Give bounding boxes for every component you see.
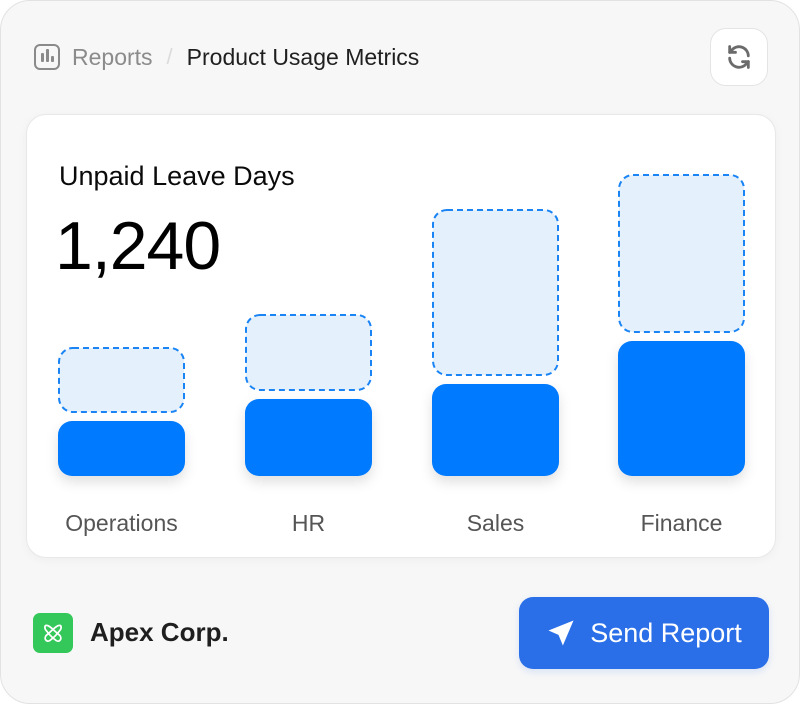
breadcrumb-reports-link[interactable]: Reports <box>72 44 153 71</box>
bar-actual-operations <box>58 421 185 476</box>
x-tick-label: Finance <box>640 510 723 536</box>
breadcrumb-separator: / <box>166 44 173 69</box>
send-report-button[interactable]: Send Report <box>519 597 769 669</box>
bar-remaining-hr <box>245 314 372 391</box>
bar-actual-hr <box>245 399 372 476</box>
x-tick-label: HR <box>291 510 326 536</box>
bar-remaining-sales <box>432 209 559 376</box>
metric-card: Unpaid Leave Days 1,240 Operations HR Sale… <box>26 114 776 558</box>
refresh-icon <box>728 45 750 69</box>
breadcrumb: Reports / Product Usage Metrics <box>34 41 419 73</box>
x-tick-label: Operations <box>65 510 178 536</box>
bar-remaining-operations <box>58 347 185 413</box>
bar-actual-finance <box>618 341 745 476</box>
refresh-button[interactable] <box>710 28 768 86</box>
bar-chart <box>58 174 745 476</box>
bar-remaining-finance <box>618 174 745 333</box>
send-icon <box>548 620 574 646</box>
x-tick-label: Sales <box>466 510 525 536</box>
bar-actual-sales <box>432 384 559 476</box>
report-widget: Reports / Product Usage Metrics Unpaid L… <box>0 0 800 704</box>
company-logo-icon <box>33 613 73 653</box>
send-report-label: Send Report <box>590 617 742 648</box>
company-name: Apex Corp. <box>90 617 229 647</box>
page-title: Product Usage Metrics <box>186 43 420 70</box>
bar-chart-icon <box>34 44 60 70</box>
